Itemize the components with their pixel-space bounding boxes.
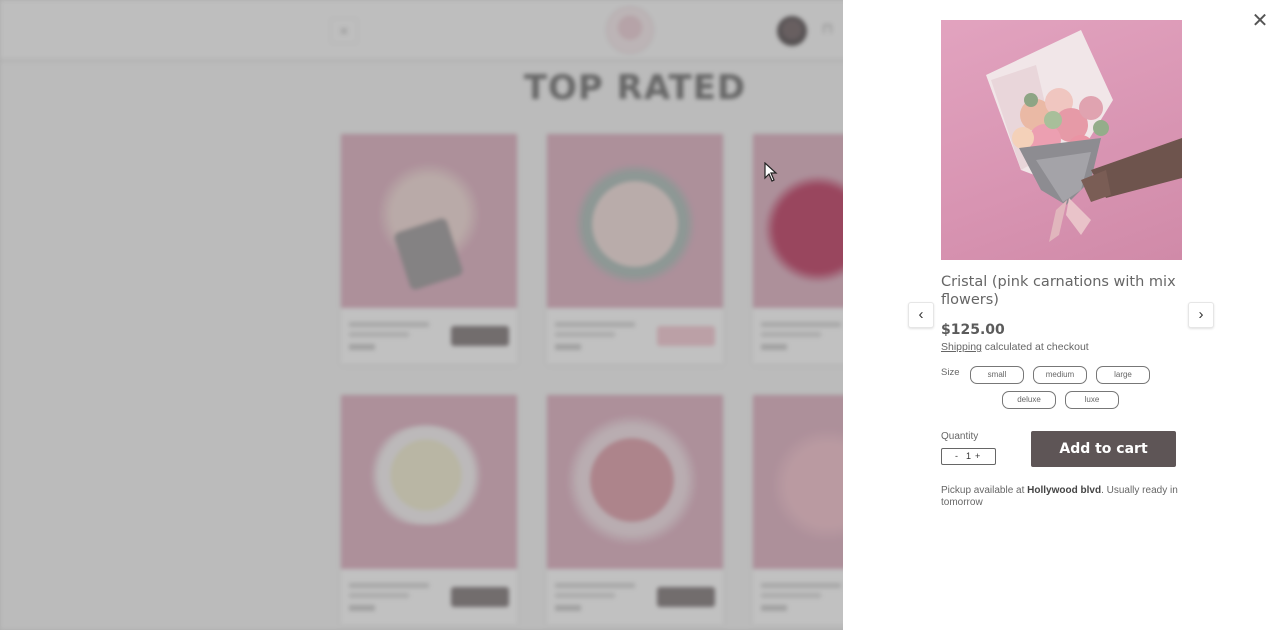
shipping-note: Shipping calculated at checkout xyxy=(941,341,1089,353)
quantity-label: Quantity xyxy=(941,431,979,442)
quantity-increment[interactable]: + xyxy=(975,451,980,461)
add-to-cart-button[interactable]: Add to cart xyxy=(1031,431,1176,467)
size-option-medium[interactable]: medium xyxy=(1033,366,1087,384)
size-option-small[interactable]: small xyxy=(970,366,1024,384)
quantity-stepper[interactable]: - 1 + xyxy=(941,448,996,465)
quantity-value[interactable]: 1 xyxy=(966,451,971,461)
quantity-decrement[interactable]: - xyxy=(955,451,958,461)
overlay-backdrop[interactable] xyxy=(0,0,843,630)
quick-view-drawer: ✕ ‹ › Cristal (pink carnations with mix … xyxy=(843,0,1280,630)
product-title: Cristal (pink carnations with mix flower… xyxy=(941,274,1176,308)
pickup-prefix: Pickup available at xyxy=(941,485,1025,496)
pickup-availability: Pickup available at Hollywood blvd. Usua… xyxy=(941,485,1191,509)
size-option-deluxe[interactable]: deluxe xyxy=(1002,391,1056,409)
close-icon[interactable]: ✕ xyxy=(1251,11,1269,31)
shipping-link[interactable]: Shipping xyxy=(941,341,982,353)
mouse-cursor-icon xyxy=(764,162,778,182)
pickup-location: Hollywood blvd xyxy=(1027,485,1102,496)
shipping-suffix: calculated at checkout xyxy=(984,341,1089,353)
size-option-luxe[interactable]: luxe xyxy=(1065,391,1119,409)
chevron-left-icon[interactable]: ‹ xyxy=(908,302,934,328)
product-price: $125.00 xyxy=(941,322,1005,338)
size-label: Size xyxy=(941,367,960,378)
product-image xyxy=(941,20,1182,260)
size-option-large[interactable]: large xyxy=(1096,366,1150,384)
